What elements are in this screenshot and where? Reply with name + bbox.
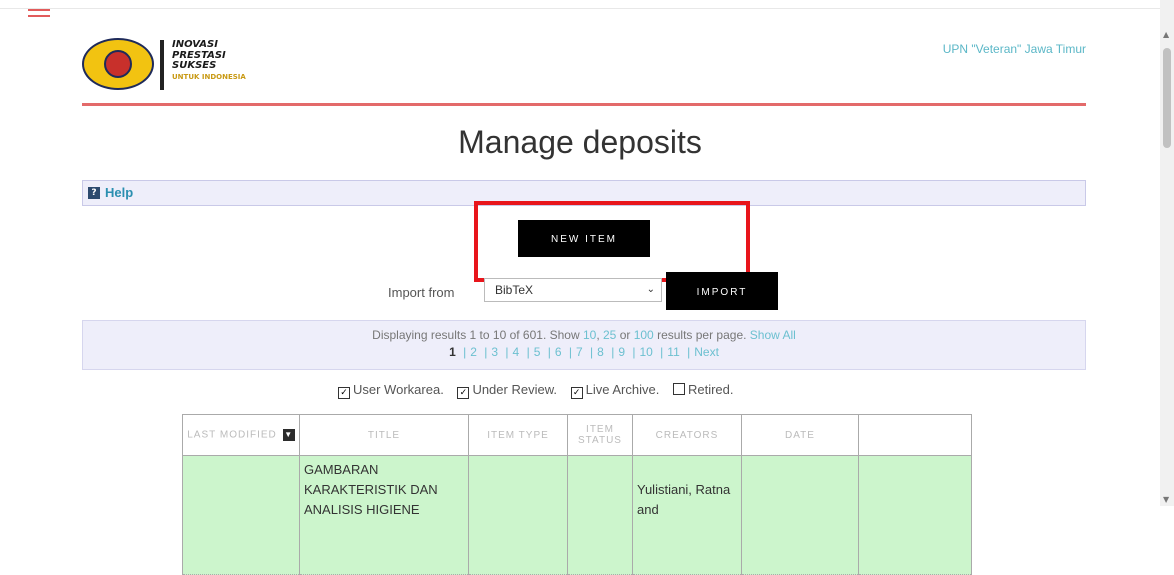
column-label: ITEM STATUS (578, 424, 622, 446)
per-page-100-link[interactable]: 100 (634, 328, 654, 342)
logo-subline: UNTUK INDONESIA (172, 72, 246, 81)
university-seal-logo[interactable] (82, 38, 154, 90)
per-page-25-link[interactable]: 25 (603, 328, 616, 342)
highlight-box (474, 201, 750, 282)
filter-label: User Workarea (353, 382, 441, 397)
column-header-last-modified[interactable]: LAST MODIFIED ▼ (182, 414, 300, 456)
import-format-value: BibTeX (495, 283, 534, 297)
results-bar: Displaying results 1 to 10 of 601. Show … (82, 320, 1086, 370)
site-header: INOVASI PRESTASI SUKSES UNTUK INDONESIA … (82, 36, 1086, 106)
column-header-title[interactable]: TITLE (299, 414, 469, 456)
items-table: LAST MODIFIED ▼ TITLE ITEM TYPE ITEM STAT… (182, 414, 972, 575)
cell-creators: Yulistiani, Ratna and (632, 455, 742, 575)
checkbox-retired[interactable] (672, 383, 685, 395)
page-link[interactable]: 3 (491, 345, 498, 359)
cell-date (741, 455, 859, 575)
column-label: ITEM TYPE (487, 429, 549, 441)
table-header-row: LAST MODIFIED ▼ TITLE ITEM TYPE ITEM STAT… (182, 414, 972, 456)
cell-item-status (567, 455, 633, 575)
cell-item-type (468, 455, 568, 575)
filter-under-review[interactable]: ✓ Under Review. (457, 382, 557, 399)
show-all-link[interactable]: Show All (750, 328, 796, 342)
header-divider (82, 103, 1086, 106)
column-label: TITLE (367, 429, 401, 441)
results-text: Displaying results 1 to 10 of 601. Show (372, 328, 583, 342)
scrollbar-thumb[interactable] (1163, 48, 1171, 148)
checkbox-under-review[interactable]: ✓ (457, 387, 470, 399)
page-link[interactable]: 4 (513, 345, 520, 359)
column-header-date[interactable]: DATE (741, 414, 859, 456)
import-button[interactable]: IMPORT (666, 272, 778, 310)
column-header-item-status[interactable]: ITEM STATUS (567, 414, 633, 456)
page-title: Manage deposits (458, 124, 702, 160)
page-link[interactable]: 9 (618, 345, 625, 359)
pagination: 1 | 2 | 3 | 4 | 5 | 6 | 7 | 8 | 9 | 10 | 11 | Next (449, 345, 719, 359)
page-link[interactable]: 2 (470, 345, 477, 359)
filter-label: Retired (687, 382, 730, 397)
or-text: or (616, 328, 634, 342)
filter-label: Under Review (472, 382, 554, 397)
page-link[interactable]: 6 (555, 345, 562, 359)
page-current: 1 (449, 345, 456, 359)
logo-line-1: INOVASI (172, 39, 218, 50)
checkbox-user-workarea[interactable]: ✓ (338, 387, 350, 399)
column-label: CREATORS (655, 429, 719, 441)
column-header-item-type[interactable]: ITEM TYPE (468, 414, 568, 456)
next-page-link[interactable]: Next (694, 345, 719, 359)
scrollbar[interactable]: ▲ ▼ (1160, 0, 1174, 506)
page-link[interactable]: 7 (576, 345, 583, 359)
top-bar (0, 0, 1160, 9)
table-row[interactable]: GAMBARAN KARAKTERISTIK DAN ANALISIS HIGI… (182, 455, 972, 575)
page-link[interactable]: 5 (534, 345, 541, 359)
filter-retired[interactable]: Retired. (672, 382, 734, 397)
import-format-select[interactable]: BibTeX ⌄ (484, 278, 662, 302)
help-icon[interactable]: ? (88, 187, 100, 199)
logo-line-3: SUKSES (172, 60, 217, 71)
column-header-actions (858, 414, 972, 456)
status-filters: ✓ User Workarea. ✓ Under Review. ✓ Live Arc… (338, 382, 744, 399)
checkbox-live-archive[interactable]: ✓ (570, 387, 583, 399)
filter-label: Live Archive (585, 382, 656, 397)
page-link[interactable]: 8 (597, 345, 604, 359)
chevron-down-icon: ⌄ (646, 284, 655, 295)
cell-title[interactable]: GAMBARAN KARAKTERISTIK DAN ANALISIS HIGI… (299, 455, 469, 575)
cell-actions (858, 455, 972, 575)
results-summary: Displaying results 1 to 10 of 601. Show … (372, 328, 796, 342)
menu-icon[interactable] (28, 9, 50, 21)
university-link[interactable]: UPN "Veteran" Jawa Timur (943, 42, 1086, 56)
page-link[interactable]: 11 (667, 345, 679, 359)
sort-icon[interactable]: ▼ (282, 429, 295, 441)
column-header-creators[interactable]: CREATORS (632, 414, 742, 456)
page-link[interactable]: 10 (639, 345, 652, 359)
logo-tagline: INOVASI PRESTASI SUKSES UNTUK INDONESIA (172, 39, 246, 82)
filter-user-workarea[interactable]: ✓ User Workarea. (338, 382, 444, 399)
filter-live-archive[interactable]: ✓ Live Archive. (570, 382, 659, 399)
logo-divider (160, 40, 164, 90)
scroll-up-icon[interactable]: ▲ (1163, 30, 1169, 39)
cell-last-modified (182, 455, 300, 575)
per-page-10-link[interactable]: 10 (583, 328, 596, 342)
scroll-down-icon[interactable]: ▼ (1163, 495, 1169, 504)
column-label: DATE (785, 429, 815, 441)
results-suffix: results per page. (653, 328, 750, 342)
import-label: Import from (388, 285, 455, 300)
column-label: LAST MODIFIED (187, 429, 277, 441)
help-label[interactable]: Help (105, 185, 133, 200)
